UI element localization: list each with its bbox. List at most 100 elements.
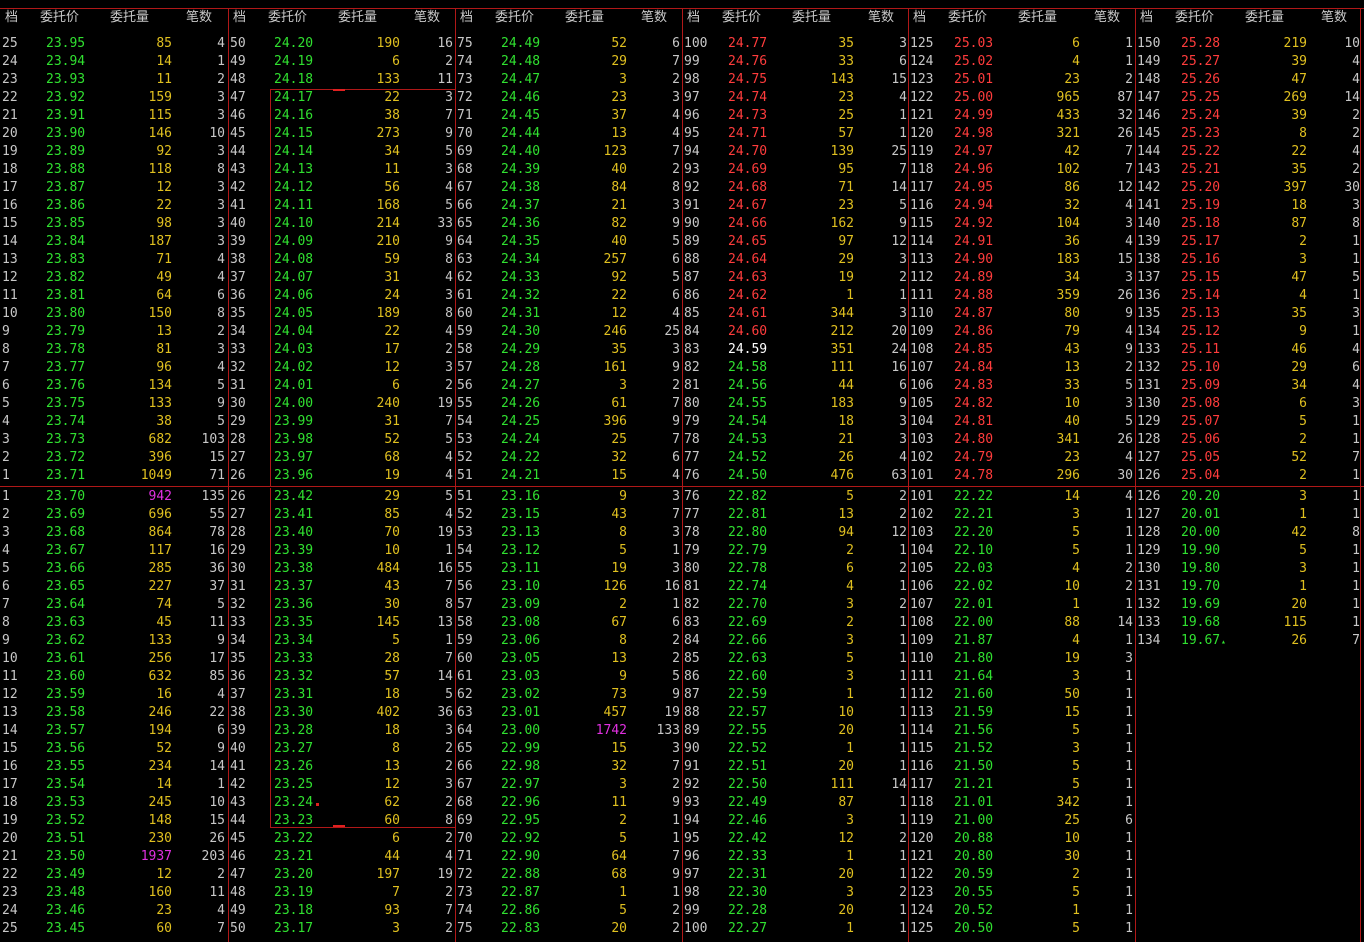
order-price[interactable]: 22.63 bbox=[728, 650, 767, 668]
order-price[interactable]: 22.46 bbox=[728, 812, 767, 830]
order-price[interactable]: 23.26 bbox=[274, 758, 313, 776]
order-price[interactable]: 20.55 bbox=[954, 884, 993, 902]
order-price[interactable]: 23.96 bbox=[274, 467, 313, 485]
order-price[interactable]: 23.37 bbox=[274, 578, 313, 596]
order-price[interactable]: 23.38 bbox=[274, 560, 313, 578]
order-price[interactable]: 23.89 bbox=[46, 143, 85, 161]
order-price[interactable]: 24.07 bbox=[274, 269, 313, 287]
order-price[interactable]: 22.01 bbox=[954, 596, 993, 614]
order-price[interactable]: 24.31 bbox=[501, 305, 540, 323]
order-price[interactable]: 23.69 bbox=[46, 506, 85, 524]
order-price[interactable]: 22.66 bbox=[728, 632, 767, 650]
order-price[interactable]: 23.50 bbox=[46, 848, 85, 866]
order-price[interactable]: 22.79 bbox=[728, 542, 767, 560]
order-price[interactable]: 23.75 bbox=[46, 395, 85, 413]
order-price[interactable]: 23.40 bbox=[274, 524, 313, 542]
order-price[interactable]: 23.06 bbox=[501, 632, 540, 650]
order-price[interactable]: 24.68 bbox=[728, 179, 767, 197]
order-price[interactable]: 25.26 bbox=[1181, 71, 1220, 89]
order-price[interactable]: 23.66 bbox=[46, 560, 85, 578]
order-price[interactable]: 20.01 bbox=[1181, 506, 1220, 524]
order-price[interactable]: 21.60 bbox=[954, 686, 993, 704]
order-price[interactable]: 22.28 bbox=[728, 902, 767, 920]
order-price[interactable]: 22.31 bbox=[728, 866, 767, 884]
order-price[interactable]: 24.44 bbox=[501, 125, 540, 143]
order-price[interactable]: 23.72 bbox=[46, 449, 85, 467]
order-price[interactable]: 21.00 bbox=[954, 812, 993, 830]
order-price[interactable]: 23.34 bbox=[274, 632, 313, 650]
order-price[interactable]: 24.69 bbox=[728, 161, 767, 179]
order-price[interactable]: 23.15 bbox=[501, 506, 540, 524]
order-price[interactable]: 25.01 bbox=[954, 71, 993, 89]
order-price[interactable]: 22.51 bbox=[728, 758, 767, 776]
order-price[interactable]: 21.52 bbox=[954, 740, 993, 758]
order-price[interactable]: 24.37 bbox=[501, 197, 540, 215]
order-price[interactable]: 24.00 bbox=[274, 395, 313, 413]
order-price[interactable]: 24.06 bbox=[274, 287, 313, 305]
order-price[interactable]: 23.91 bbox=[46, 107, 85, 125]
order-price[interactable]: 23.08 bbox=[501, 614, 540, 632]
order-price[interactable]: 25.27 bbox=[1181, 53, 1220, 71]
order-price[interactable]: 23.81 bbox=[46, 287, 85, 305]
order-price[interactable]: 24.80 bbox=[954, 431, 993, 449]
order-price[interactable]: 24.10 bbox=[274, 215, 313, 233]
order-price[interactable]: 23.64 bbox=[46, 596, 85, 614]
order-price[interactable]: 25.06 bbox=[1181, 431, 1220, 449]
order-price[interactable]: 24.61 bbox=[728, 305, 767, 323]
order-price[interactable]: 20.88 bbox=[954, 830, 993, 848]
order-price[interactable]: 24.99 bbox=[954, 107, 993, 125]
order-price[interactable]: 24.17 bbox=[274, 89, 313, 107]
order-price[interactable]: 24.89 bbox=[954, 269, 993, 287]
order-price[interactable]: 20.52 bbox=[954, 902, 993, 920]
order-price[interactable]: 25.25 bbox=[1181, 89, 1220, 107]
order-price[interactable]: 24.65 bbox=[728, 233, 767, 251]
order-price[interactable]: 24.67 bbox=[728, 197, 767, 215]
order-price[interactable]: 24.63 bbox=[728, 269, 767, 287]
order-price[interactable]: 24.30 bbox=[501, 323, 540, 341]
order-price[interactable]: 24.82 bbox=[954, 395, 993, 413]
order-price[interactable]: 22.27 bbox=[728, 920, 767, 938]
order-price[interactable]: 25.21 bbox=[1181, 161, 1220, 179]
order-price[interactable]: 23.59 bbox=[46, 686, 85, 704]
order-price[interactable]: 25.15 bbox=[1181, 269, 1220, 287]
order-price[interactable]: 24.47 bbox=[501, 71, 540, 89]
order-price[interactable]: 22.69 bbox=[728, 614, 767, 632]
order-price[interactable]: 25.05 bbox=[1181, 449, 1220, 467]
order-price[interactable]: 25.07 bbox=[1181, 413, 1220, 431]
order-price[interactable]: 25.08 bbox=[1181, 395, 1220, 413]
order-price[interactable]: 21.21 bbox=[954, 776, 993, 794]
order-price[interactable]: 23.58 bbox=[46, 704, 85, 722]
order-price[interactable]: 23.67 bbox=[46, 542, 85, 560]
order-price[interactable]: 23.35 bbox=[274, 614, 313, 632]
order-price[interactable]: 23.82 bbox=[46, 269, 85, 287]
order-price[interactable]: 22.87 bbox=[501, 884, 540, 902]
order-price[interactable]: 24.24 bbox=[501, 431, 540, 449]
order-price[interactable]: 24.02 bbox=[274, 359, 313, 377]
order-price[interactable]: 22.81 bbox=[728, 506, 767, 524]
order-price[interactable]: 24.09 bbox=[274, 233, 313, 251]
order-price[interactable]: 23.95 bbox=[46, 35, 85, 53]
order-price[interactable]: 24.79 bbox=[954, 449, 993, 467]
order-price[interactable]: 23.87 bbox=[46, 179, 85, 197]
order-price[interactable]: 23.70 bbox=[46, 488, 85, 506]
order-price[interactable]: 24.56 bbox=[728, 377, 767, 395]
order-price[interactable]: 24.97 bbox=[954, 143, 993, 161]
order-price[interactable]: 24.13 bbox=[274, 161, 313, 179]
order-price[interactable]: 24.62 bbox=[728, 287, 767, 305]
order-price[interactable]: 22.57 bbox=[728, 704, 767, 722]
order-price[interactable]: 23.80 bbox=[46, 305, 85, 323]
order-price[interactable]: 23.41 bbox=[274, 506, 313, 524]
order-price[interactable]: 24.20 bbox=[274, 35, 313, 53]
order-price[interactable]: 23.63 bbox=[46, 614, 85, 632]
order-price[interactable]: 22.83 bbox=[501, 920, 540, 938]
order-price[interactable]: 24.85 bbox=[954, 341, 993, 359]
order-price[interactable]: 21.80 bbox=[954, 650, 993, 668]
order-price[interactable]: 24.40 bbox=[501, 143, 540, 161]
order-price[interactable]: 23.98 bbox=[274, 431, 313, 449]
order-price[interactable]: 24.55 bbox=[728, 395, 767, 413]
order-price[interactable]: 23.71 bbox=[46, 467, 85, 485]
order-price[interactable]: 19.69 bbox=[1181, 596, 1220, 614]
order-price[interactable]: 22.78 bbox=[728, 560, 767, 578]
order-price[interactable]: 24.19 bbox=[274, 53, 313, 71]
order-price[interactable]: 24.29 bbox=[501, 341, 540, 359]
